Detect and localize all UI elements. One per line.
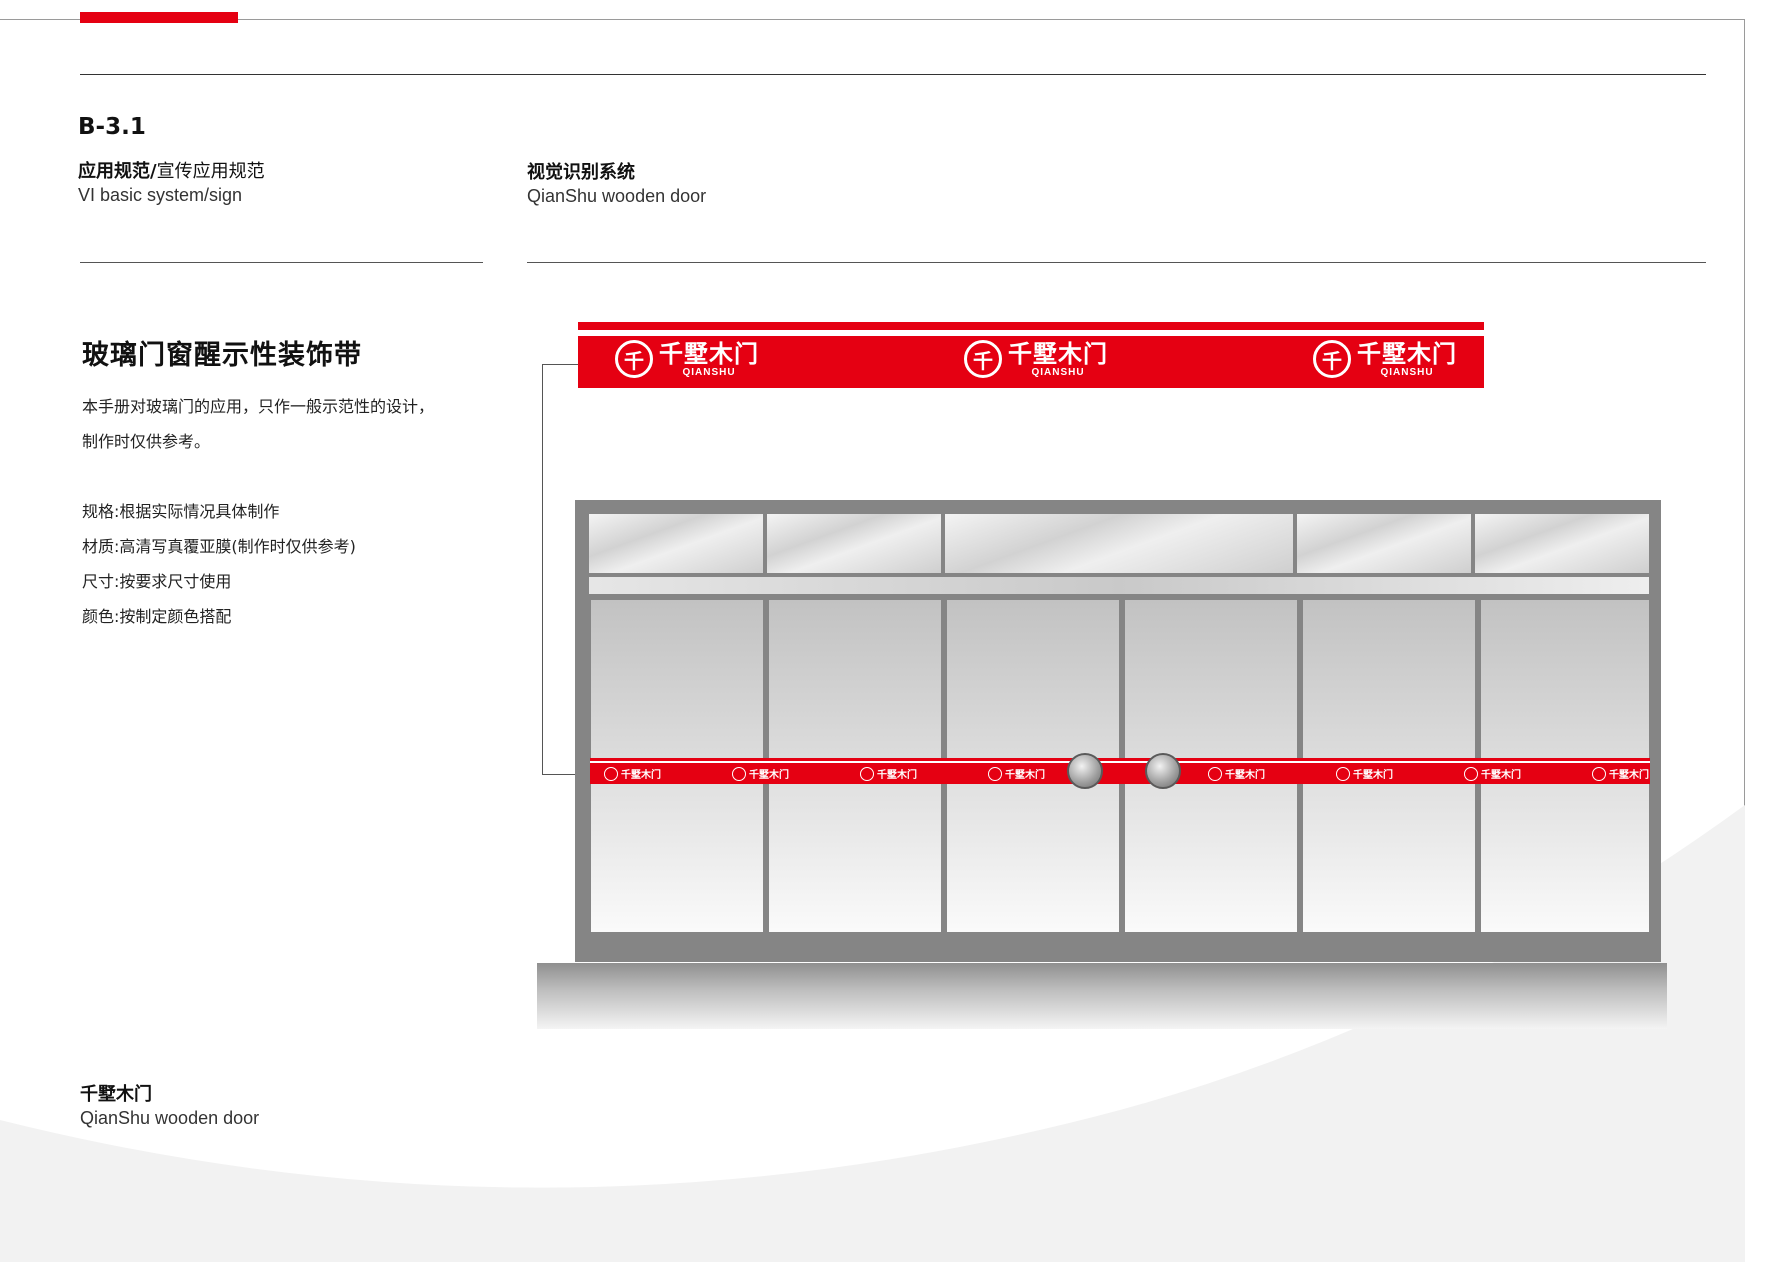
left-section-rule [80,262,483,263]
qianshu-emblem-icon [732,766,746,781]
upper-glass-pane [589,514,763,573]
upper-glass-pane [767,514,941,573]
category-label: 应用规范/宣传应用规范 [78,157,265,183]
decorative-strip-line [590,761,1650,763]
strip-logo-text: 千墅木门 [621,770,661,781]
page-title: 玻璃门窗醒示性装饰带 [82,340,362,371]
qianshu-emblem-icon [860,766,874,781]
section-code: B-3.1 [78,114,146,140]
signboard-logo: 千 千墅木门 QIANSHU [615,340,759,378]
strip-logo: 千墅木门 [1208,766,1265,781]
strip-logo-text: 千墅木门 [1225,770,1265,781]
qianshu-emblem-icon [604,766,618,781]
strip-logo-text: 千墅木门 [1005,770,1045,781]
color-text: 颜色:按制定颜色搭配 [82,607,232,626]
qianshu-emblem-icon: 千 [964,340,1002,378]
strip-logo: 千墅木门 [1336,766,1393,781]
strip-logo-text: 千墅木门 [1353,770,1393,781]
qianshu-emblem-icon [1208,766,1222,781]
logo-cn: 千墅木门 [659,339,759,368]
header-rule [80,74,1706,75]
qianshu-emblem-icon [988,766,1002,781]
floor-base [537,963,1667,1029]
strip-logo: 千墅木门 [860,766,917,781]
strip-logo-text: 千墅木门 [1481,770,1521,781]
material-text: 材质:高清写真覆亚膜(制作时仅供参考) [82,537,356,556]
system-title: 视觉识别系统 [527,162,635,183]
strip-logo: 千墅木门 [1592,766,1649,781]
strip-logo: 千墅木门 [988,766,1045,781]
category-main: 应用规范/ [78,161,157,182]
callout-bracket [542,364,543,774]
callout-bracket-top [542,364,578,365]
intro-line-2: 制作时仅供参考。 [82,432,211,451]
right-section-rule [527,262,1706,263]
intro-line-1: 本手册对玻璃门的应用，只作一般示范性的设计， [82,397,435,416]
logo-en: QIANSHU [682,366,736,378]
transom-bar [589,577,1649,594]
signboard-logo: 千 千墅木门 QIANSHU [964,340,1108,378]
qianshu-emblem-icon [1336,766,1350,781]
qianshu-emblem-icon: 千 [615,340,653,378]
strip-logo: 千墅木门 [604,766,661,781]
footer-brand-cn: 千墅木门 [80,1084,152,1105]
strip-logo-text: 千墅木门 [1609,770,1649,781]
upper-glass-pane [1475,514,1649,573]
strip-logo: 千墅木门 [732,766,789,781]
signboard-divider [578,330,1484,336]
logo-en: QIANSHU [1031,366,1085,378]
strip-logo-text: 千墅木门 [877,770,917,781]
upper-glass-pane [1297,514,1471,573]
system-subtitle: QianShu wooden door [527,186,707,206]
door-handle-right [1145,753,1181,789]
spec-text: 规格:根据实际情况具体制作 [82,502,280,521]
signboard-logo: 千 千墅木门 QIANSHU [1313,340,1457,378]
qianshu-emblem-icon [1464,766,1478,781]
qianshu-emblem-icon [1592,766,1606,781]
door-handle-left [1067,753,1103,789]
logo-cn: 千墅木门 [1357,339,1457,368]
footer-brand-en: QianShu wooden door [80,1108,260,1128]
qianshu-emblem-icon: 千 [1313,340,1351,378]
size-text: 尺寸:按要求尺寸使用 [82,572,232,591]
category-en: VI basic system/sign [78,185,243,205]
strip-logo: 千墅木门 [1464,766,1521,781]
logo-cn: 千墅木门 [1008,339,1108,368]
category-sub: 宣传应用规范 [156,161,265,182]
logo-en: QIANSHU [1380,366,1434,378]
strip-logo-text: 千墅木门 [749,770,789,781]
upper-glass-pane [945,514,1293,573]
